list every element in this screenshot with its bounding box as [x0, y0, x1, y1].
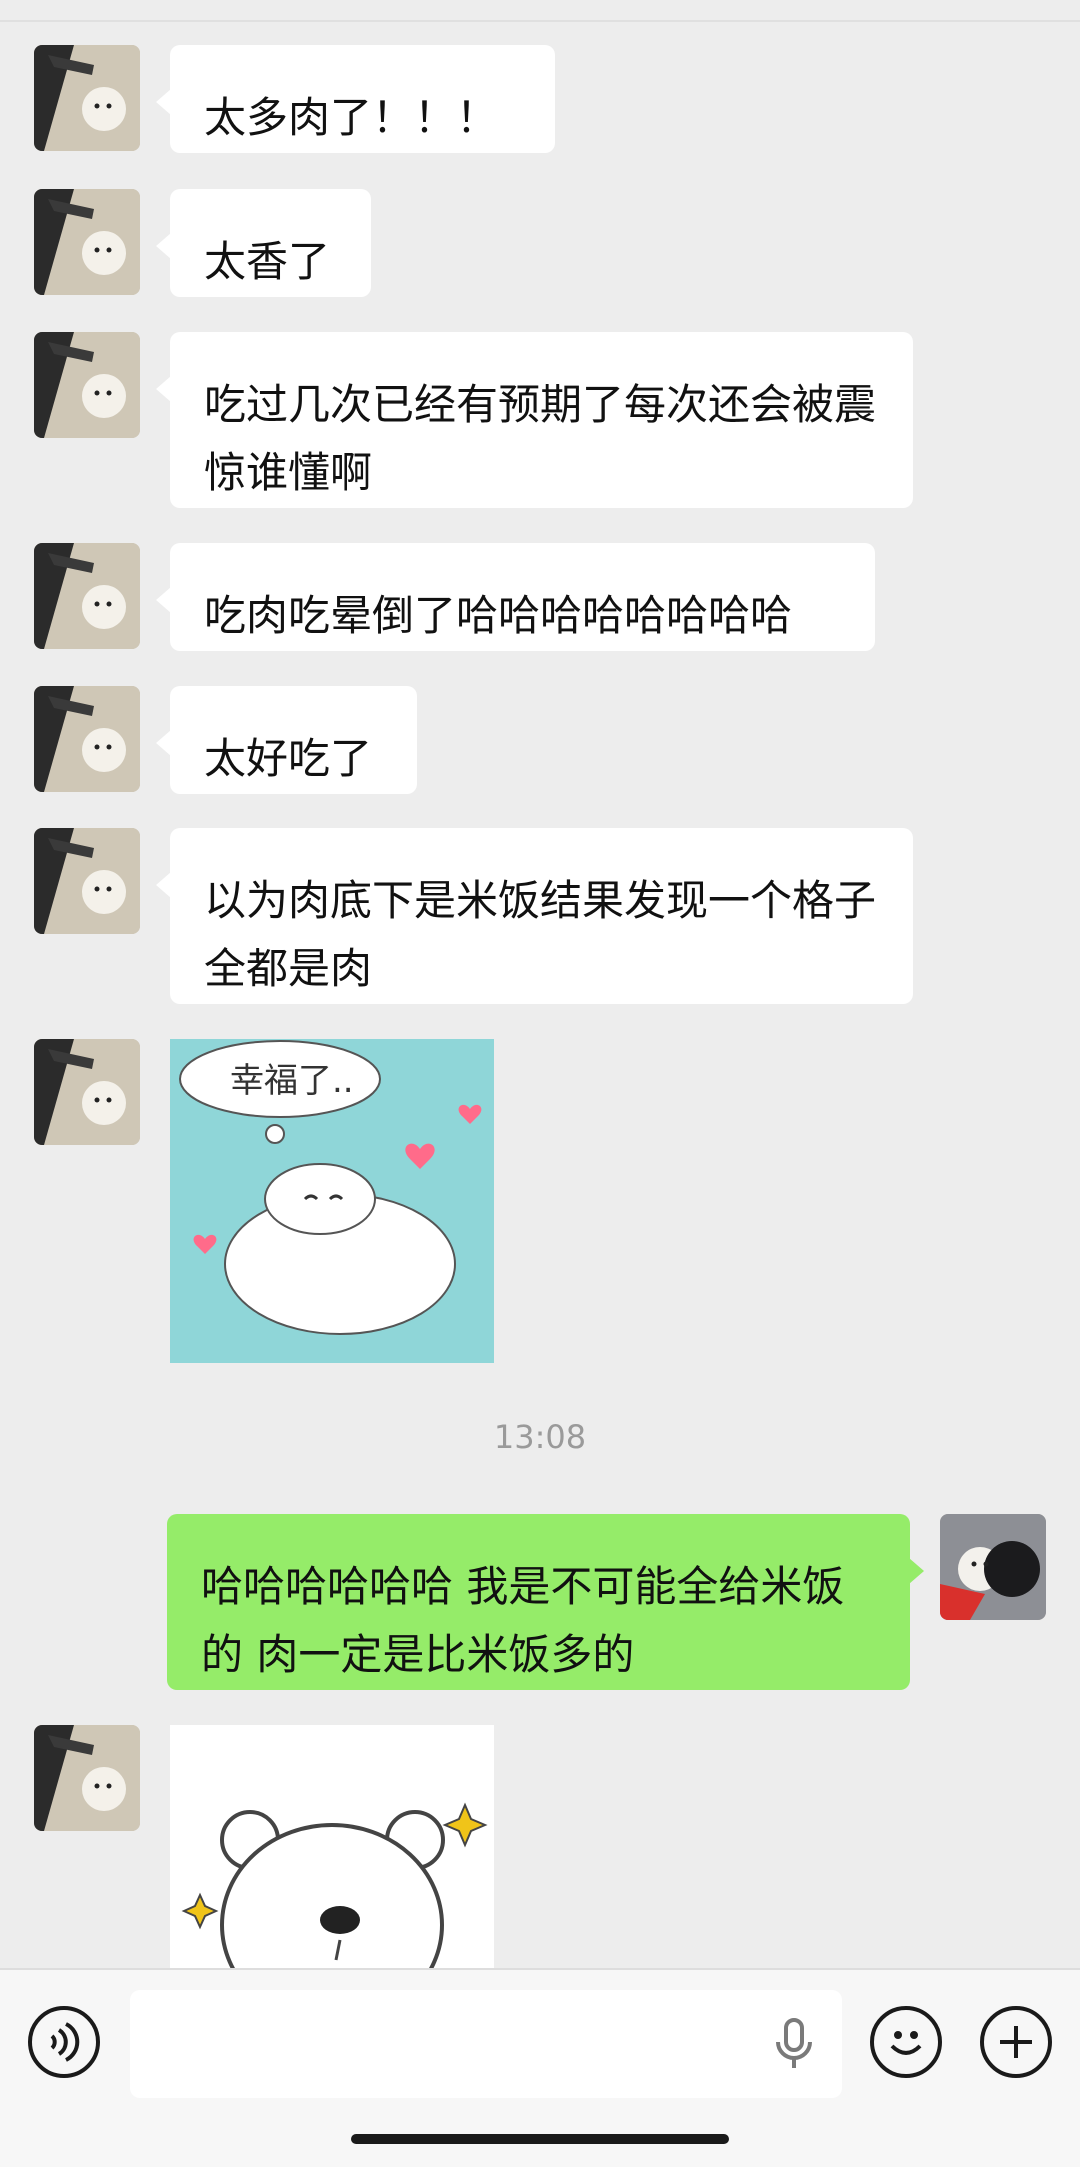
plus-icon[interactable] [980, 2006, 1052, 2078]
sticker-happy-dog[interactable]: 幸福了.. [170, 1039, 494, 1363]
sticker-bear[interactable] [170, 1725, 494, 1968]
message-bubble-incoming[interactable]: 以为肉底下是米饭结果发现一个格子全都是肉 [156, 828, 913, 1004]
contact-avatar[interactable] [34, 543, 140, 649]
message-text: 吃过几次已经有预期了每次还会被震惊谁懂啊 [204, 380, 877, 497]
message-bubble-incoming[interactable]: 太好吃了 [156, 686, 417, 794]
user-avatar[interactable] [940, 1514, 1046, 1620]
sticker-caption: 幸福了.. [230, 1061, 354, 1101]
chat-timestamp: 13:08 [493, 1418, 587, 1456]
voice-mode-icon[interactable] [28, 2006, 100, 2078]
contact-avatar[interactable] [34, 1039, 140, 1145]
message-bubble-incoming[interactable]: 吃过几次已经有预期了每次还会被震惊谁懂啊 [156, 332, 913, 508]
message-text: 太香了 [204, 237, 331, 286]
message-text: 太好吃了 [204, 734, 373, 783]
contact-avatar[interactable] [34, 45, 140, 151]
message-bubble-incoming[interactable]: 吃肉吃晕倒了哈哈哈哈哈哈哈哈 [156, 543, 875, 651]
contact-avatar[interactable] [34, 828, 140, 934]
microphone-icon[interactable] [770, 2016, 818, 2072]
contact-avatar[interactable] [34, 332, 140, 438]
emoji-icon[interactable] [870, 2006, 942, 2078]
contact-avatar[interactable] [34, 189, 140, 295]
message-text: 吃肉吃晕倒了哈哈哈哈哈哈哈哈 [204, 591, 793, 640]
top-divider [0, 20, 1080, 22]
contact-avatar[interactable] [34, 686, 140, 792]
message-input[interactable] [130, 1990, 842, 2098]
message-bubble-outgoing[interactable]: 哈哈哈哈哈哈 我是不可能全给米饭的 肉一定是比米饭多的 [167, 1514, 924, 1690]
message-text: 以为肉底下是米饭结果发现一个格子全都是肉 [204, 876, 877, 993]
message-bubble-incoming[interactable]: 太多肉了！！！ [156, 45, 555, 153]
message-text: 哈哈哈哈哈哈 我是不可能全给米饭的 肉一定是比米饭多的 [201, 1562, 845, 1679]
home-indicator[interactable] [351, 2134, 729, 2144]
message-bubble-incoming[interactable]: 太香了 [156, 189, 371, 297]
message-text: 太多肉了！！！ [204, 93, 499, 142]
contact-avatar[interactable] [34, 1725, 140, 1831]
